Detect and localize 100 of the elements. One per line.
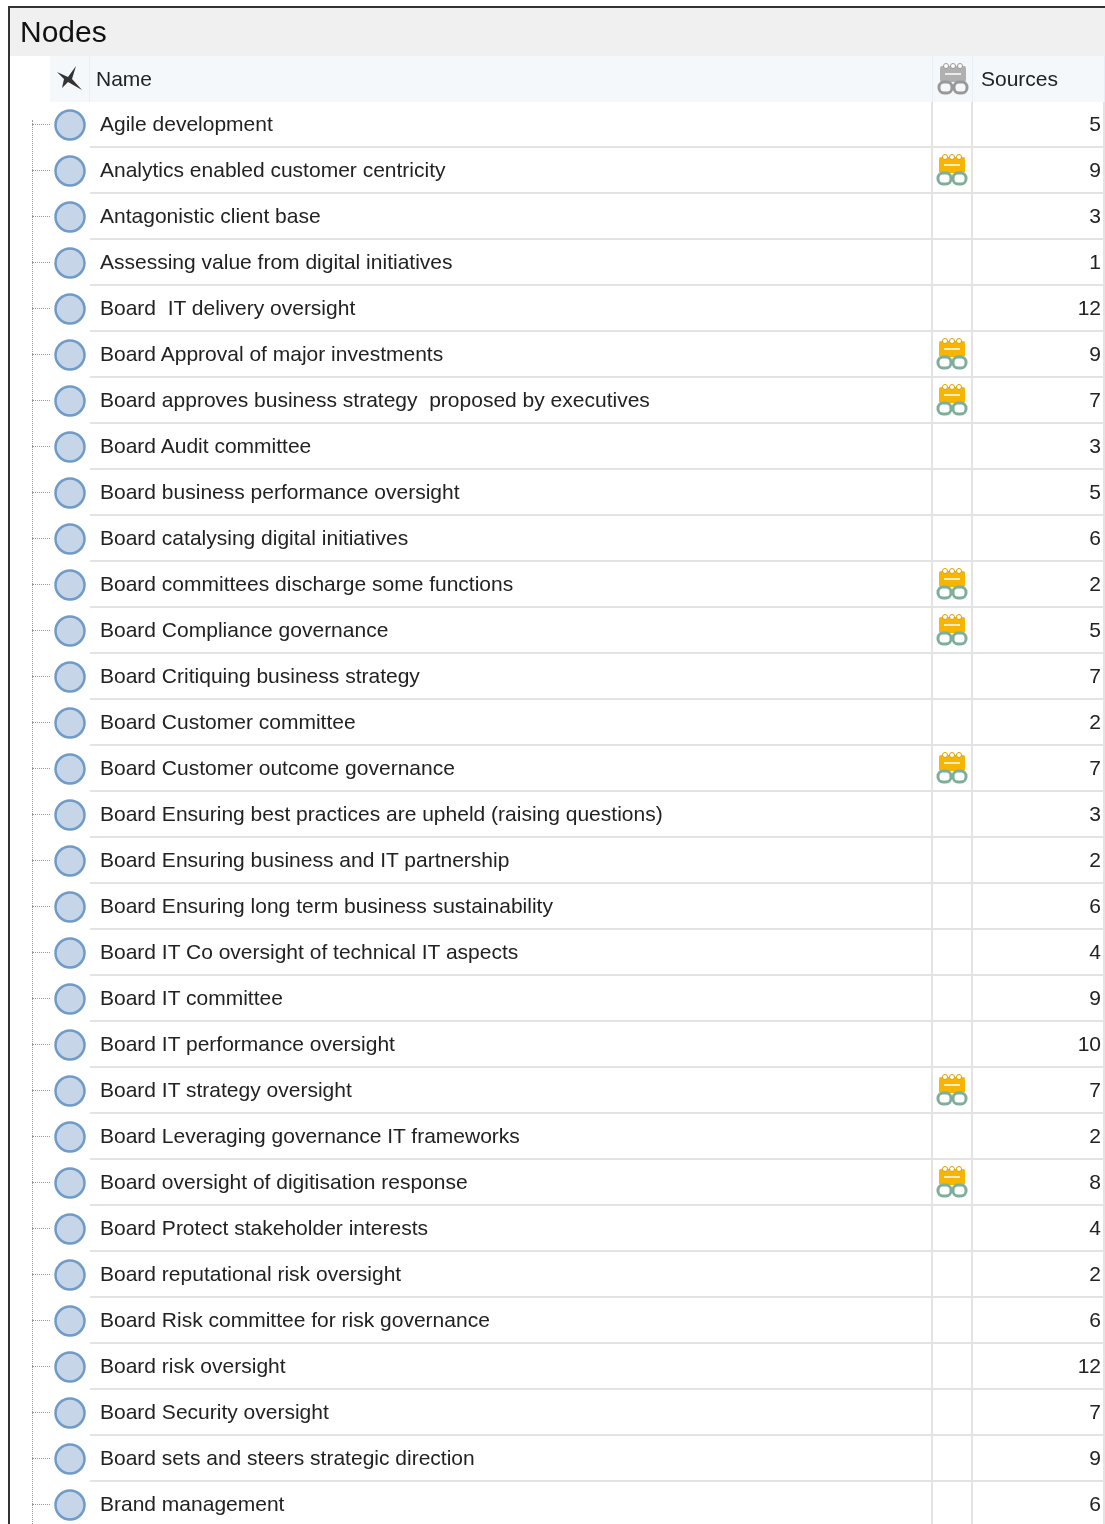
- node-name[interactable]: Board IT Co oversight of technical IT aspects: [90, 930, 933, 976]
- table-cell: 12: [973, 286, 1105, 332]
- memo-cell: [933, 1344, 973, 1390]
- memo-cell: [933, 838, 973, 884]
- node-name[interactable]: Board Ensuring long term business sustainability: [90, 884, 933, 930]
- node-icon: [54, 339, 86, 371]
- node-icon: [54, 1167, 86, 1199]
- node-icon: [54, 983, 86, 1015]
- node-name[interactable]: Board committees discharge some functions: [90, 562, 933, 608]
- table-cell: 6: [973, 516, 1105, 562]
- column-header[interactable]: Name: [90, 56, 933, 102]
- node-name[interactable]: Antagonistic client base: [90, 194, 933, 240]
- node-icon: [54, 1351, 86, 1383]
- memo-cell: [933, 976, 973, 1022]
- node-name[interactable]: Assessing value from digital initiatives: [90, 240, 933, 286]
- node-name[interactable]: Board Leveraging governance IT frameworks: [90, 1114, 933, 1160]
- table-cell: 2: [973, 1252, 1105, 1298]
- node-icon: [54, 1075, 86, 1107]
- table-cell: 5: [973, 608, 1105, 654]
- node-name[interactable]: Board approves business strategy proposed by executives: [90, 378, 933, 424]
- table-cell: 4: [973, 930, 1105, 976]
- node-icon: [54, 753, 86, 785]
- table-cell: 2: [973, 562, 1105, 608]
- table-cell: 9: [973, 332, 1105, 378]
- node-name[interactable]: Board Risk committee for risk governance: [90, 1298, 933, 1344]
- table-cell: 9: [973, 148, 1105, 194]
- node-icon: [54, 247, 86, 279]
- column-header[interactable]: Sources: [973, 56, 1105, 102]
- table-cell: 7: [973, 654, 1105, 700]
- node-name[interactable]: Board Security oversight: [90, 1390, 933, 1436]
- node-name[interactable]: Board business performance oversight: [90, 470, 933, 516]
- node-icon: [54, 569, 86, 601]
- node-icon: [54, 523, 86, 555]
- node-name[interactable]: Agile development: [90, 102, 933, 148]
- node-name[interactable]: Board risk oversight: [90, 1344, 933, 1390]
- node-icon: [54, 1121, 86, 1153]
- table-cell: 7: [973, 746, 1105, 792]
- node-icon: [54, 1259, 86, 1291]
- node-icon: [54, 477, 86, 509]
- node-name[interactable]: Board Approval of major investments: [90, 332, 933, 378]
- table-cell: 7: [973, 1390, 1105, 1436]
- node-name[interactable]: Analytics enabled customer centricity: [90, 148, 933, 194]
- table-cell: 6: [973, 1482, 1105, 1524]
- memo-cell: [933, 470, 973, 516]
- node-icon: [54, 431, 86, 463]
- node-icon: [54, 1489, 86, 1521]
- node-name[interactable]: Board Ensuring business and IT partnership: [90, 838, 933, 884]
- table-cell: 3: [973, 194, 1105, 240]
- node-name[interactable]: Board reputational risk oversight: [90, 1252, 933, 1298]
- node-name[interactable]: Board Protect stakeholder interests: [90, 1206, 933, 1252]
- table-cell: 8: [973, 1160, 1105, 1206]
- node-name[interactable]: Board IT performance oversight: [90, 1022, 933, 1068]
- node-icon: [54, 293, 86, 325]
- node-name[interactable]: Board Audit committee: [90, 424, 933, 470]
- node-name[interactable]: Board IT strategy oversight: [90, 1068, 933, 1114]
- node-icon: [54, 155, 86, 187]
- node-name[interactable]: Board IT committee: [90, 976, 933, 1022]
- node-name[interactable]: Board IT delivery oversight: [90, 286, 933, 332]
- table-cell: 5: [973, 470, 1105, 516]
- node-name[interactable]: Board sets and steers strategic direction: [90, 1436, 933, 1482]
- node-name[interactable]: Board Ensuring best practices are upheld (raising questions): [90, 792, 933, 838]
- node-icon: [54, 109, 86, 141]
- memo-cell: [933, 930, 973, 976]
- node-icon: [54, 707, 86, 739]
- node-name[interactable]: Board Compliance governance: [90, 608, 933, 654]
- node-icon: [54, 891, 86, 923]
- node-name[interactable]: Board catalysing digital initiatives: [90, 516, 933, 562]
- table-cell: 10: [973, 1022, 1105, 1068]
- memo-cell: [933, 1252, 973, 1298]
- table-cell: 9: [973, 976, 1105, 1022]
- table-cell: 7: [973, 378, 1105, 424]
- node-icon: [54, 1029, 86, 1061]
- memo-cell: [933, 240, 973, 286]
- node-name[interactable]: Board Customer outcome governance: [90, 746, 933, 792]
- table-cell: 2: [973, 700, 1105, 746]
- node-name[interactable]: Board Customer committee: [90, 700, 933, 746]
- memo-link-icon: [936, 62, 969, 96]
- node-name[interactable]: Board oversight of digitisation response: [90, 1160, 933, 1206]
- node-name[interactable]: Brand management: [90, 1482, 933, 1524]
- table-cell: 5: [973, 102, 1105, 148]
- memo-cell: [933, 884, 973, 930]
- table-cell: 6: [973, 884, 1105, 930]
- node-icon: [54, 201, 86, 233]
- node-icon: [54, 1443, 86, 1475]
- memo-cell: [933, 1390, 973, 1436]
- node-icon: [54, 799, 86, 831]
- table-cell: 6: [973, 1298, 1105, 1344]
- node-icon: [54, 661, 86, 693]
- node-icon: [54, 937, 86, 969]
- table-cell: 2: [973, 1114, 1105, 1160]
- table-cell: 9: [973, 1436, 1105, 1482]
- table-cell: 2: [973, 838, 1105, 884]
- node-name[interactable]: Board Critiquing business strategy: [90, 654, 933, 700]
- panel-title: Nodes: [20, 15, 107, 49]
- memo-cell: [933, 1436, 973, 1482]
- table-cell: 7: [973, 1068, 1105, 1114]
- node-icon: [54, 1305, 86, 1337]
- table-cell: 3: [973, 424, 1105, 470]
- table-cell: 3: [973, 792, 1105, 838]
- table-cell: 4: [973, 1206, 1105, 1252]
